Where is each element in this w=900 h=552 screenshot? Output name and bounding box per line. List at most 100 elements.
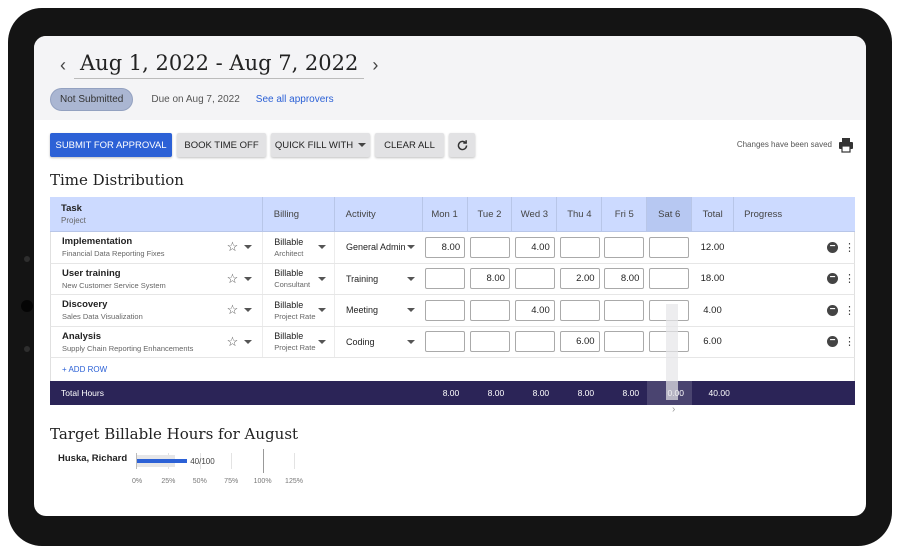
activity-select[interactable]: Meeting (335, 295, 423, 326)
caret-down-icon[interactable] (244, 308, 253, 313)
task-text: Discovery Sales Data Visualization (62, 299, 143, 321)
star-icon[interactable]: ☆ (227, 334, 239, 350)
more-options-icon[interactable]: ⋮ (844, 241, 855, 254)
hours-cell (468, 327, 513, 358)
hours-cell (512, 264, 557, 295)
task-actions: ☆ (227, 334, 253, 350)
add-row-link[interactable]: + ADD ROW (50, 358, 855, 381)
billing-type: Billable (274, 299, 304, 310)
hours-input[interactable] (425, 299, 466, 321)
print-icon[interactable] (838, 137, 854, 153)
chevron-right-icon[interactable]: › (672, 404, 675, 415)
hours-input[interactable]: 4.00 (514, 299, 555, 321)
day-total: 8.00 (577, 388, 595, 398)
chart-tick-label: 0% (131, 478, 143, 485)
date-range-title[interactable]: Aug 1, 2022 - Aug 7, 2022 (74, 51, 365, 79)
book-time-off-button[interactable]: BOOK TIME OFF (177, 133, 266, 157)
remove-row-icon[interactable]: − (826, 336, 838, 348)
hours-input[interactable]: 4.00 (514, 236, 555, 258)
hours-input[interactable] (469, 331, 510, 353)
hours-input[interactable]: 8.00 (469, 268, 510, 290)
hours-cell (557, 295, 602, 326)
more-options-icon[interactable]: ⋮ (844, 304, 855, 317)
hours-cell: 8.00 (602, 264, 647, 295)
hours-input[interactable]: 2.00 (559, 268, 600, 290)
hours-input[interactable] (469, 236, 510, 258)
caret-down-icon (318, 339, 326, 344)
billing-rate: Project Rate (274, 311, 316, 321)
hours-input[interactable] (425, 268, 466, 290)
activity-value: Coding (346, 336, 375, 347)
header-task: Task Project (50, 197, 263, 231)
star-icon[interactable]: ☆ (227, 239, 239, 255)
chevron-right-icon[interactable]: › (368, 52, 382, 78)
day-total: 8.00 (532, 388, 550, 398)
project-name: Supply Chain Reporting Enhancements (62, 343, 194, 353)
billing-select[interactable]: Billable Project Rate (263, 295, 335, 326)
hours-cell: 4.00 (512, 232, 557, 263)
see-all-approvers-link[interactable]: See all approvers (256, 94, 334, 105)
billing-select[interactable]: Billable Project Rate (263, 326, 335, 357)
hours-input[interactable] (469, 299, 510, 321)
billing-type: Billable (274, 268, 304, 279)
hours-input[interactable] (604, 236, 645, 258)
hours-input[interactable] (559, 299, 600, 321)
more-options-icon[interactable]: ⋮ (844, 335, 855, 348)
billing-select[interactable]: Billable Architect (263, 232, 335, 263)
hours-input[interactable] (514, 268, 555, 290)
target-billable-chart: Huska, Richard 0% 25% 50% 75% 100% 125% 40/100 (58, 449, 308, 489)
hours-input[interactable] (649, 268, 690, 290)
star-icon[interactable]: ☆ (227, 271, 239, 287)
hours-input[interactable]: 8.00 (604, 268, 645, 290)
quick-fill-button[interactable]: QUICK FILL WITH (271, 133, 370, 157)
task-text: Implementation Financial Data Reporting F… (62, 236, 165, 258)
hours-cell (602, 232, 647, 263)
caret-down-icon (318, 308, 326, 313)
hours-input[interactable] (559, 236, 600, 258)
chart-gridline (294, 453, 295, 469)
caret-down-icon[interactable] (244, 245, 253, 250)
remove-row-icon[interactable]: − (826, 241, 838, 253)
clear-all-button[interactable]: CLEAR ALL (375, 133, 444, 157)
day-total: 8.00 (487, 388, 505, 398)
caret-down-icon[interactable] (244, 339, 253, 344)
hours-cell: 2.00 (557, 264, 602, 295)
hours-cell (647, 264, 692, 295)
refresh-icon[interactable] (449, 133, 475, 157)
billing-text: Billable Architect (274, 237, 303, 258)
billing-text: Billable Consultant (274, 268, 310, 289)
row-total: 18.00 (700, 273, 725, 285)
activity-select[interactable]: Training (335, 264, 423, 295)
chart-target-marker (262, 449, 264, 473)
header-activity: Activity (335, 197, 423, 231)
toolbar: SUBMIT FOR APPROVAL BOOK TIME OFF QUICK … (50, 133, 480, 157)
caret-down-icon[interactable] (244, 276, 253, 281)
header-day: Fri 5 (602, 197, 648, 231)
submit-for-approval-button[interactable]: SUBMIT FOR APPROVAL (50, 133, 172, 157)
hours-input[interactable]: 6.00 (559, 331, 600, 353)
star-icon[interactable]: ☆ (227, 302, 239, 318)
remove-row-icon[interactable]: − (826, 304, 838, 316)
hours-input[interactable]: 8.00 (425, 236, 466, 258)
chevron-left-icon[interactable]: ‹ (56, 52, 70, 78)
hours-input[interactable] (425, 331, 466, 353)
hours-input[interactable] (604, 299, 645, 321)
activity-select[interactable]: Coding (335, 327, 423, 358)
hours-cell: 8.00 (468, 264, 513, 295)
caret-down-icon (358, 143, 367, 147)
hours-input[interactable] (649, 236, 690, 258)
target-billable-title: Target Billable Hours for August (50, 425, 299, 443)
header-day: Tue 2 (468, 197, 513, 231)
row-total: 4.00 (703, 304, 722, 316)
task-name: Analysis (62, 330, 102, 342)
billing-select[interactable]: Billable Consultant (263, 263, 335, 294)
date-navigator: ‹ Aug 1, 2022 - Aug 7, 2022 › (56, 50, 382, 80)
hours-input[interactable] (514, 331, 555, 353)
chart-bar-track: 0% 25% 50% 75% 100% 125% 40/100 (132, 449, 303, 485)
more-options-icon[interactable]: ⋮ (844, 272, 855, 285)
horizontal-scroll-handle[interactable] (666, 304, 678, 400)
chart-gridline (231, 453, 233, 469)
hours-input[interactable] (604, 331, 645, 353)
remove-row-icon[interactable]: − (826, 273, 838, 285)
activity-select[interactable]: General Admin (335, 232, 423, 263)
